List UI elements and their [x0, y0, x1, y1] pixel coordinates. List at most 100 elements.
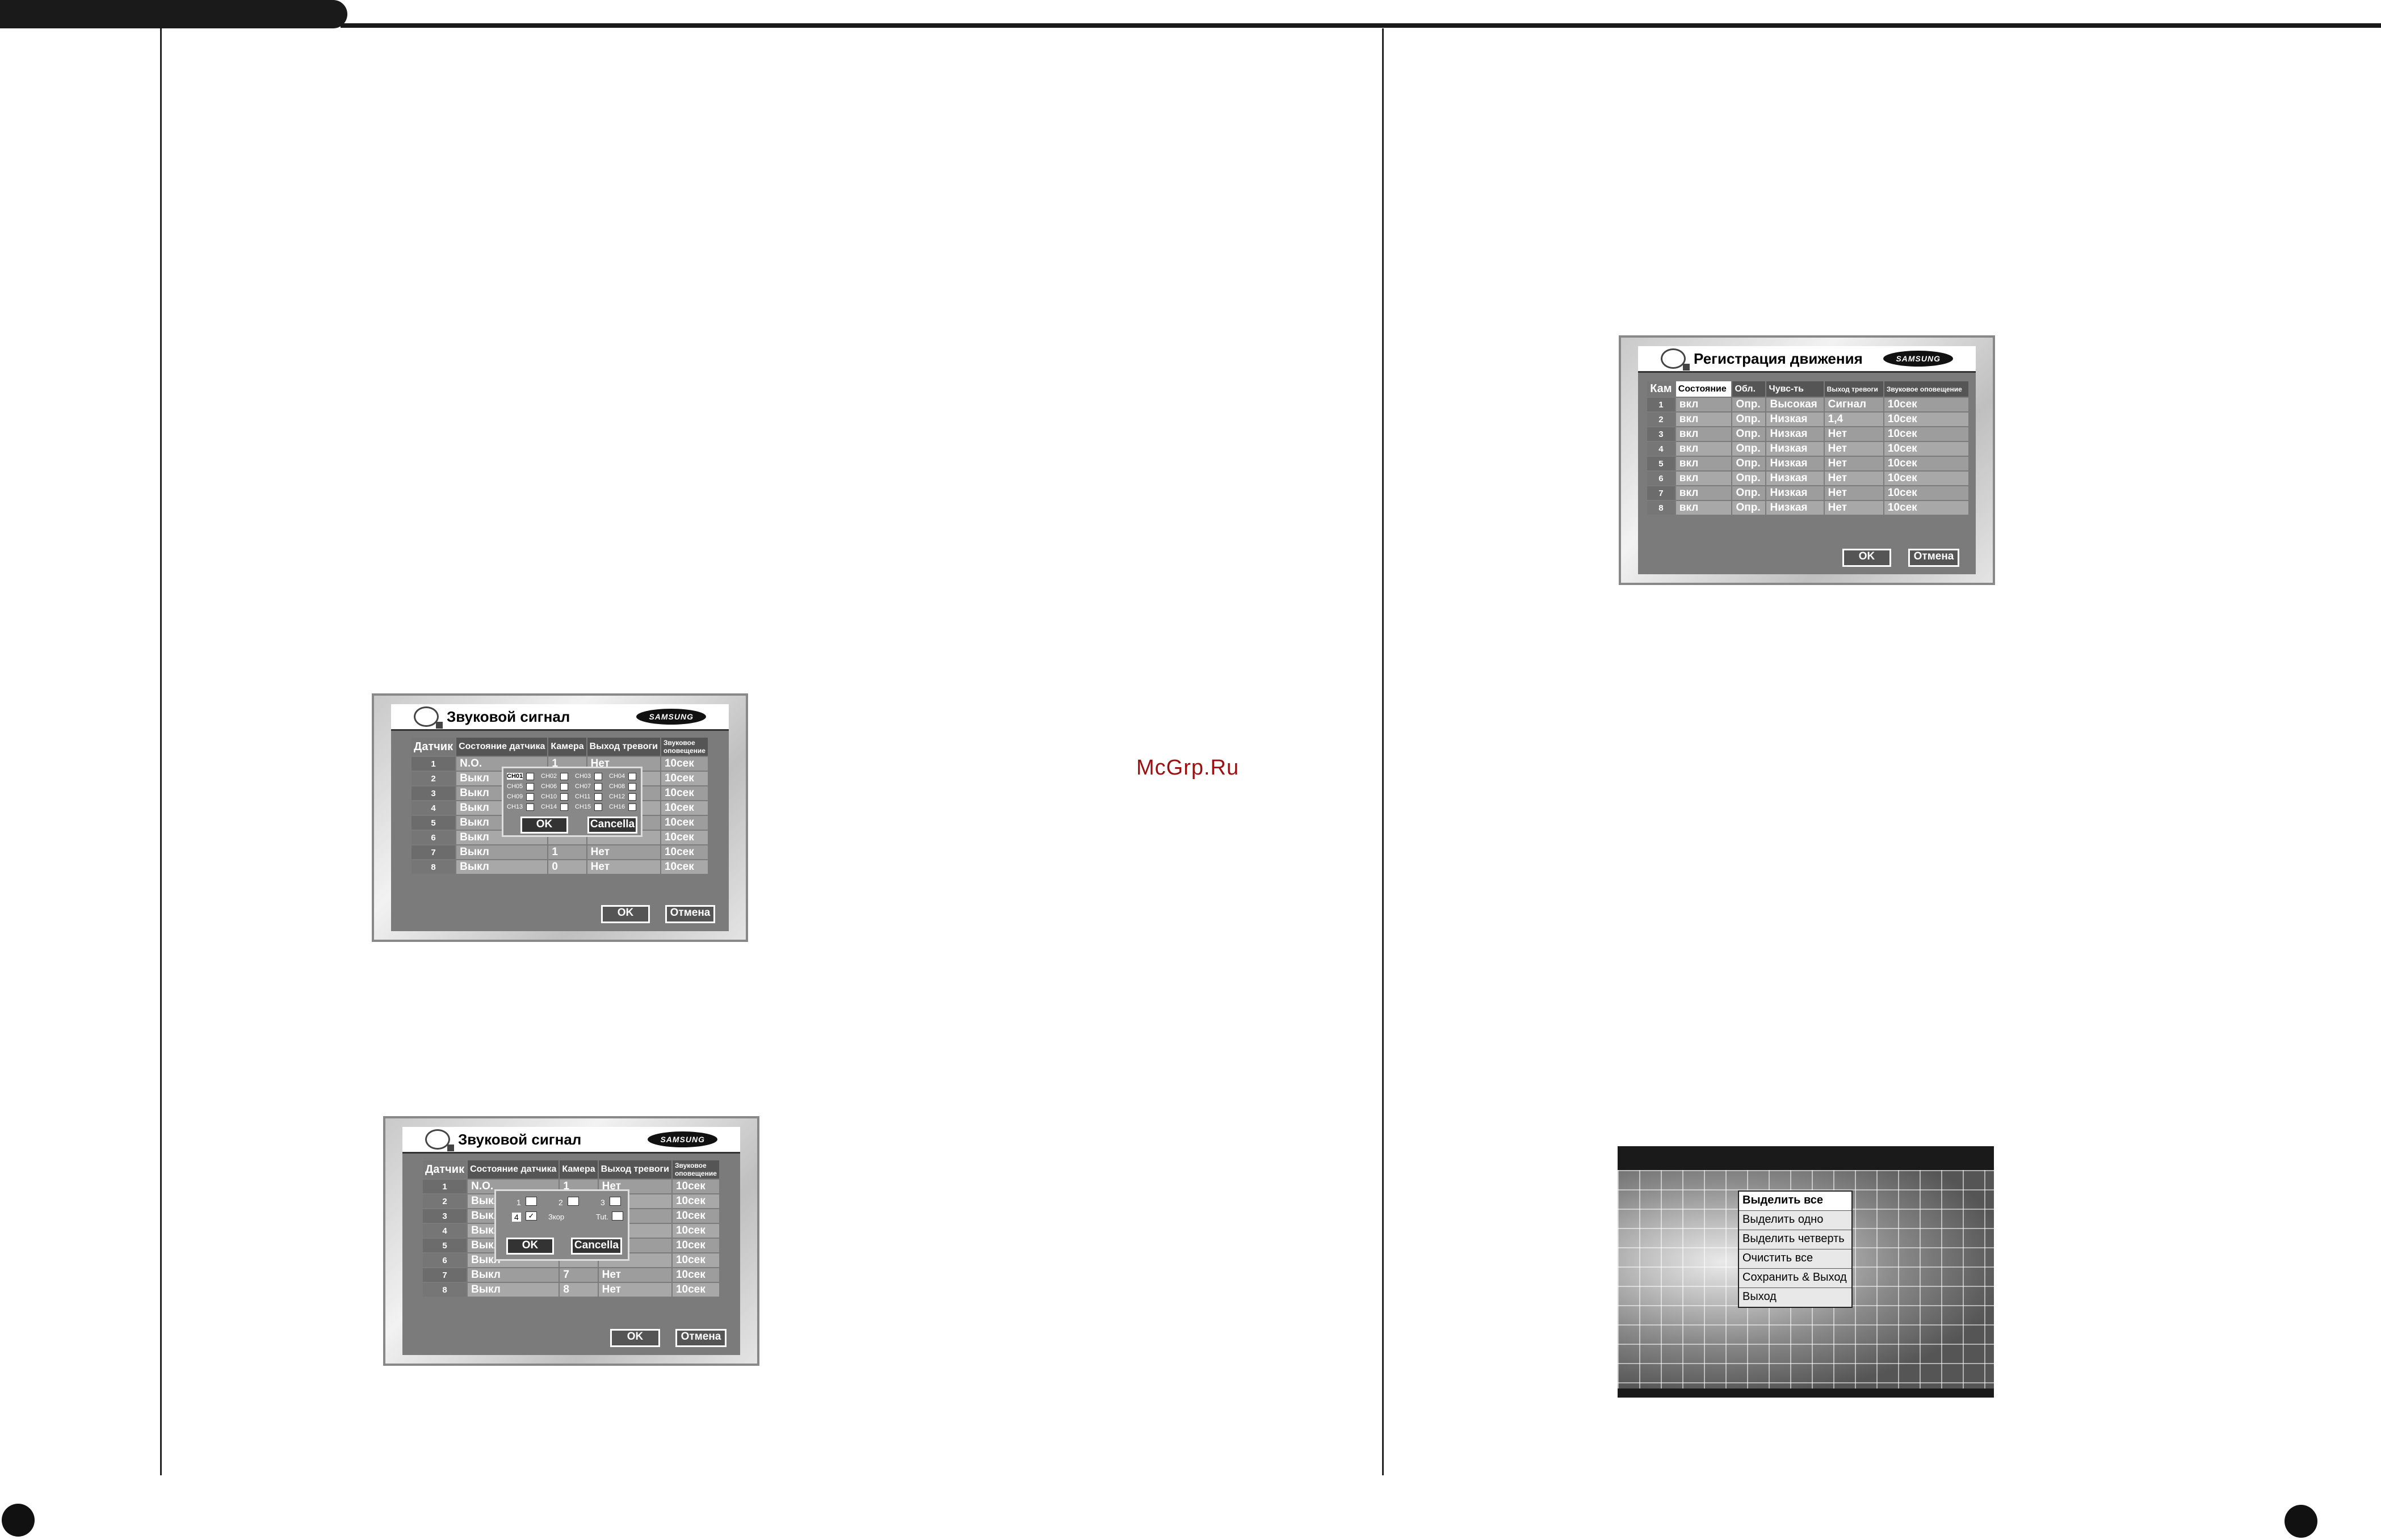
table-cell[interactable]: 10сек — [671, 1208, 720, 1224]
menu-select-one[interactable]: Выделить одно — [1739, 1211, 1851, 1230]
col-header[interactable]: Состояние датчика — [467, 1159, 560, 1180]
table-cell[interactable]: 10сек — [660, 830, 709, 845]
channel-checkbox[interactable] — [526, 803, 534, 811]
table-cell[interactable]: Опр. — [1731, 411, 1767, 427]
table-cell[interactable]: 10сек — [1883, 411, 1970, 427]
table-cell[interactable]: 10сек — [660, 815, 709, 831]
table-cell[interactable]: 1,4 — [1823, 411, 1884, 427]
table-cell[interactable]: 0 — [547, 859, 587, 875]
table-cell[interactable]: Низкая — [1765, 470, 1825, 486]
cancel-button[interactable]: Отмена — [1908, 549, 1959, 567]
table-cell[interactable]: 10сек — [660, 785, 709, 801]
table-cell[interactable]: 10сек — [660, 844, 709, 860]
col-header[interactable]: Выход тревоги — [586, 737, 661, 757]
popup-cancel-button[interactable]: Cancella — [571, 1238, 622, 1255]
channel-checkbox[interactable] — [594, 773, 602, 780]
table-cell[interactable]: Низкая — [1765, 441, 1825, 457]
table-cell[interactable]: вкл — [1674, 470, 1733, 486]
channel-checkbox[interactable] — [594, 783, 602, 790]
col-header[interactable]: Звуковое оповещение — [660, 737, 709, 757]
table-row[interactable]: 7 Выкл 1 Нет 10сек — [410, 844, 709, 860]
table-cell[interactable]: Низкая — [1765, 500, 1825, 516]
table-cell[interactable]: Высокая — [1765, 397, 1825, 413]
cancel-button[interactable]: Отмена — [675, 1329, 727, 1347]
table-cell[interactable]: Низкая — [1765, 426, 1825, 442]
table-cell[interactable]: Опр. — [1731, 426, 1767, 442]
table-cell[interactable]: Нет — [597, 1267, 673, 1283]
table-row[interactable]: 4 вкл Опр. Низкая Нет 10сек — [1646, 441, 1970, 457]
table-cell[interactable]: 10сек — [671, 1223, 720, 1239]
table-cell[interactable]: Нет — [1823, 485, 1884, 501]
table-cell[interactable]: 10сек — [660, 800, 709, 816]
channel-checkbox[interactable] — [526, 793, 534, 801]
table-cell[interactable]: Выкл — [455, 844, 549, 860]
channel-checkbox[interactable] — [526, 783, 534, 790]
ok-button[interactable]: OK — [1842, 549, 1891, 567]
table-cell[interactable]: Нет — [1823, 470, 1884, 486]
table-cell[interactable]: Нет — [586, 859, 661, 875]
table-cell[interactable]: 10сек — [671, 1179, 720, 1194]
checkbox-checked[interactable]: ✓ — [526, 1211, 537, 1221]
col-header[interactable]: Чувс-ть — [1765, 380, 1825, 398]
channel-checkbox[interactable] — [594, 793, 602, 801]
channel-checkbox[interactable] — [628, 803, 636, 811]
table-row[interactable]: 6 вкл Опр. Низкая Нет 10сек — [1646, 470, 1970, 486]
table-cell[interactable]: вкл — [1674, 485, 1733, 501]
table-cell[interactable]: 10сек — [671, 1252, 720, 1268]
channel-checkbox[interactable] — [628, 793, 636, 801]
table-cell[interactable]: 10сек — [1883, 500, 1970, 516]
table-row[interactable]: 8 Выкл 0 Нет 10сек — [410, 859, 709, 875]
channel-checkbox[interactable] — [560, 783, 568, 790]
checkbox[interactable] — [612, 1211, 623, 1221]
table-cell[interactable]: вкл — [1674, 441, 1733, 457]
table-row[interactable]: 8 вкл Опр. Низкая Нет 10сек — [1646, 500, 1970, 516]
table-cell[interactable]: Нет — [1823, 441, 1884, 457]
table-cell[interactable]: 10сек — [660, 756, 709, 772]
menu-clear-all[interactable]: Очистить все — [1739, 1249, 1851, 1269]
table-row[interactable]: 7 Выкл 7 Нет 10сек — [421, 1267, 720, 1283]
table-cell[interactable]: 10сек — [1883, 470, 1970, 486]
table-cell[interactable]: Нет — [597, 1282, 673, 1298]
table-cell[interactable]: 10сек — [1883, 441, 1970, 457]
ok-button[interactable]: OK — [601, 905, 650, 923]
table-cell[interactable]: Опр. — [1731, 441, 1767, 457]
table-cell[interactable]: вкл — [1674, 500, 1733, 516]
table-row[interactable]: 8 Выкл 8 Нет 10сек — [421, 1282, 720, 1298]
checkbox[interactable] — [526, 1197, 537, 1206]
table-cell[interactable]: вкл — [1674, 426, 1733, 442]
table-cell[interactable]: 7 — [558, 1267, 599, 1283]
col-header[interactable]: Выход тревоги — [1823, 380, 1884, 398]
table-cell[interactable]: 10сек — [1883, 485, 1970, 501]
table-cell[interactable]: Нет — [586, 844, 661, 860]
table-cell[interactable]: Низкая — [1765, 411, 1825, 427]
table-cell[interactable]: Опр. — [1731, 456, 1767, 472]
table-cell[interactable]: Опр. — [1731, 485, 1767, 501]
col-header[interactable]: Камера — [547, 737, 587, 757]
table-cell[interactable]: Опр. — [1731, 500, 1767, 516]
menu-exit[interactable]: Выход — [1739, 1288, 1851, 1307]
channel-checkbox[interactable] — [560, 803, 568, 811]
table-cell[interactable]: Сигнал — [1823, 397, 1884, 413]
table-row[interactable]: 2 вкл Опр. Низкая 1,4 10сек — [1646, 411, 1970, 427]
col-header[interactable]: Выход тревоги — [597, 1159, 673, 1180]
col-header[interactable]: Камера — [558, 1159, 599, 1180]
table-cell[interactable]: Выкл — [467, 1282, 560, 1298]
col-header[interactable]: Состояние датчика — [455, 737, 549, 757]
table-cell[interactable]: 10сек — [1883, 426, 1970, 442]
table-cell[interactable]: Опр. — [1731, 470, 1767, 486]
table-cell[interactable]: Выкл — [455, 859, 549, 875]
col-header[interactable]: Звуковое оповещение — [671, 1159, 720, 1180]
table-cell[interactable]: вкл — [1674, 397, 1733, 413]
table-row[interactable]: 5 вкл Опр. Низкая Нет 10сек — [1646, 456, 1970, 472]
channel-checkbox[interactable] — [628, 773, 636, 780]
checkbox[interactable] — [610, 1197, 621, 1206]
channel-checkbox[interactable] — [526, 773, 534, 780]
table-cell[interactable]: Опр. — [1731, 397, 1767, 413]
channel-checkbox[interactable] — [560, 773, 568, 780]
cancel-button[interactable]: Отмена — [665, 905, 715, 923]
table-cell[interactable]: Нет — [1823, 426, 1884, 442]
table-cell[interactable]: 10сек — [671, 1238, 720, 1253]
table-cell[interactable]: 10сек — [671, 1282, 720, 1298]
checkbox[interactable] — [568, 1197, 579, 1206]
table-cell[interactable]: вкл — [1674, 411, 1733, 427]
